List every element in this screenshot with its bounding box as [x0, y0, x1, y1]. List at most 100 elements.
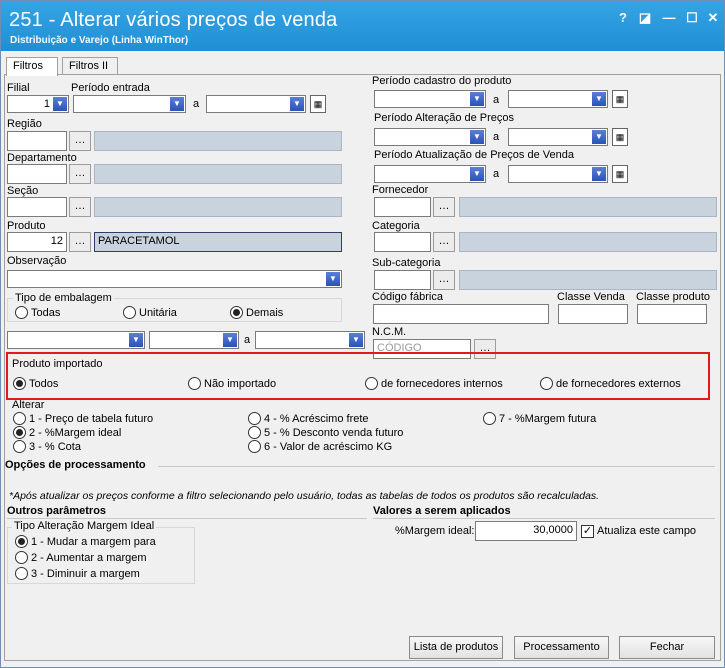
radio-alterar-1[interactable]: 1 - Preço de tabela futuro — [13, 412, 153, 425]
secao-code-input[interactable] — [7, 197, 67, 217]
margem-ideal-input[interactable]: 30,0000 — [475, 521, 577, 541]
radio-label: Demais — [246, 306, 284, 319]
fornecedor-lookup-button[interactable]: … — [433, 197, 455, 217]
valores-title: Valores a serem aplicados — [373, 505, 511, 517]
subcategoria-label: Sub-categoria — [372, 257, 441, 269]
periodo-atualizacao-start[interactable]: ▼ — [374, 165, 486, 183]
radio-alterar-5[interactable]: 5 - % Desconto venda futuro — [248, 426, 403, 439]
radio-label: Unitária — [139, 306, 177, 319]
chevron-down-icon[interactable]: ▼ — [53, 97, 67, 111]
radio-importado-todos[interactable]: Todos — [13, 377, 58, 390]
radio-label: 2 - Aumentar a margem — [31, 551, 147, 564]
radio-fornecedores-externos[interactable]: de fornecedores externos — [540, 377, 681, 390]
regiao-description — [94, 131, 342, 151]
codigo-fabrica-label: Código fábrica — [372, 291, 443, 303]
calendar-icon[interactable]: ▦ — [612, 128, 628, 146]
regiao-code-input[interactable] — [7, 131, 67, 151]
periodo-atualizacao-a-label: a — [493, 168, 500, 180]
categoria-code-input[interactable] — [374, 232, 431, 252]
chevron-down-icon[interactable]: ▼ — [470, 130, 484, 144]
departamento-lookup-button[interactable]: … — [69, 164, 91, 184]
subcategoria-lookup-button[interactable]: … — [433, 270, 455, 290]
radio-label: 3 - % Cota — [29, 440, 81, 453]
radio-alterar-7[interactable]: 7 - %Margem futura — [483, 412, 596, 425]
chevron-down-icon[interactable]: ▼ — [290, 97, 304, 111]
help-icon[interactable]: ? — [615, 10, 631, 26]
produto-lookup-button[interactable]: … — [69, 232, 91, 252]
ncm-label: N.C.M. — [372, 326, 407, 338]
subcategoria-code-input[interactable] — [374, 270, 431, 290]
filial-label: Filial — [7, 82, 30, 94]
produto-label: Produto — [7, 220, 46, 232]
chevron-down-icon[interactable]: ▼ — [170, 97, 184, 111]
radio-label: 4 - % Acréscimo frete — [264, 412, 369, 425]
fechar-button[interactable]: Fechar — [619, 636, 715, 659]
categoria-lookup-button[interactable]: … — [433, 232, 455, 252]
restore-icon[interactable]: ◪ — [637, 10, 653, 26]
radio-alterar-4[interactable]: 4 - % Acréscimo frete — [248, 412, 369, 425]
periodo-alteracao-end[interactable]: ▼ — [508, 128, 608, 146]
processamento-button[interactable]: Processamento — [514, 636, 609, 659]
produto-code-input[interactable]: 12 — [7, 232, 67, 252]
close-icon[interactable]: ✕ — [705, 10, 721, 26]
periodo-entrada-label: Período entrada — [71, 82, 150, 94]
calendar-icon[interactable]: ▦ — [310, 95, 326, 113]
radio-alterar-6[interactable]: 6 - Valor de acréscimo KG — [248, 440, 392, 453]
subcategoria-description — [459, 270, 717, 290]
regiao-lookup-button[interactable]: … — [69, 131, 91, 151]
range-select-1[interactable]: ▼ — [7, 331, 145, 349]
calendar-icon[interactable]: ▦ — [612, 165, 628, 183]
range-select-2[interactable]: ▼ — [149, 331, 239, 349]
lista-produtos-button[interactable]: Lista de produtos — [409, 636, 503, 659]
periodo-cadastro-end[interactable]: ▼ — [508, 90, 608, 108]
chevron-down-icon[interactable]: ▼ — [349, 333, 363, 347]
chevron-down-icon[interactable]: ▼ — [470, 167, 484, 181]
calendar-icon[interactable]: ▦ — [612, 90, 628, 108]
periodo-cadastro-start[interactable]: ▼ — [374, 90, 486, 108]
categoria-label: Categoria — [372, 220, 420, 232]
maximize-icon[interactable]: ☐ — [684, 10, 700, 26]
window-subtitle: Distribuição e Varejo (Linha WinThor) — [10, 35, 189, 46]
chevron-down-icon[interactable]: ▼ — [592, 92, 606, 106]
periodo-entrada-start[interactable]: ▼ — [73, 95, 186, 113]
periodo-atualizacao-end[interactable]: ▼ — [508, 165, 608, 183]
radio-embalagem-demais[interactable]: Demais — [230, 306, 283, 319]
tab-filtros-ii[interactable]: Filtros II — [62, 57, 118, 75]
chevron-down-icon[interactable]: ▼ — [326, 272, 340, 286]
periodo-alteracao-start[interactable]: ▼ — [374, 128, 486, 146]
radio-nao-importado[interactable]: Não importado — [188, 377, 276, 390]
filial-select[interactable]: 1 ▼ — [7, 95, 69, 113]
radio-diminuir-margem[interactable]: 3 - Diminuir a margem — [15, 567, 140, 580]
codigo-fabrica-input[interactable] — [373, 304, 549, 324]
chevron-down-icon[interactable]: ▼ — [592, 130, 606, 144]
observacao-select[interactable]: ▼ — [7, 270, 342, 288]
chevron-down-icon[interactable]: ▼ — [223, 333, 237, 347]
radio-alterar-2[interactable]: 2 - %Margem ideal — [13, 426, 121, 439]
chevron-down-icon[interactable]: ▼ — [470, 92, 484, 106]
radio-embalagem-unitaria[interactable]: Unitária — [123, 306, 177, 319]
chevron-down-icon[interactable]: ▼ — [129, 333, 143, 347]
chevron-down-icon[interactable]: ▼ — [592, 167, 606, 181]
classe-venda-input[interactable] — [558, 304, 628, 324]
radio-dot — [123, 306, 136, 319]
minimize-icon[interactable]: — — [661, 10, 677, 26]
periodo-cadastro-label: Período cadastro do produto — [372, 75, 512, 87]
radio-label: Todos — [29, 377, 59, 390]
radio-mudar-margem[interactable]: 1 - Mudar a margem para — [15, 535, 156, 548]
fornecedor-code-input[interactable] — [374, 197, 431, 217]
radio-embalagem-todas[interactable]: Todas — [15, 306, 60, 319]
radio-alterar-3[interactable]: 3 - % Cota — [13, 440, 81, 453]
periodo-entrada-end[interactable]: ▼ — [206, 95, 306, 113]
radio-label: 1 - Preço de tabela futuro — [29, 412, 154, 425]
radio-aumentar-margem[interactable]: 2 - Aumentar a margem — [15, 551, 147, 564]
tab-filtros[interactable]: Filtros — [6, 57, 58, 76]
classe-produto-input[interactable] — [637, 304, 707, 324]
departamento-code-input[interactable] — [7, 164, 67, 184]
atualiza-checkbox[interactable]: ✓ — [581, 525, 594, 538]
range-select-3[interactable]: ▼ — [255, 331, 365, 349]
radio-fornecedores-internos[interactable]: de fornecedores internos — [365, 377, 503, 390]
radio-dot — [365, 377, 378, 390]
secao-lookup-button[interactable]: … — [69, 197, 91, 217]
radio-label: 6 - Valor de acréscimo KG — [264, 440, 393, 453]
section-divider — [158, 466, 715, 467]
